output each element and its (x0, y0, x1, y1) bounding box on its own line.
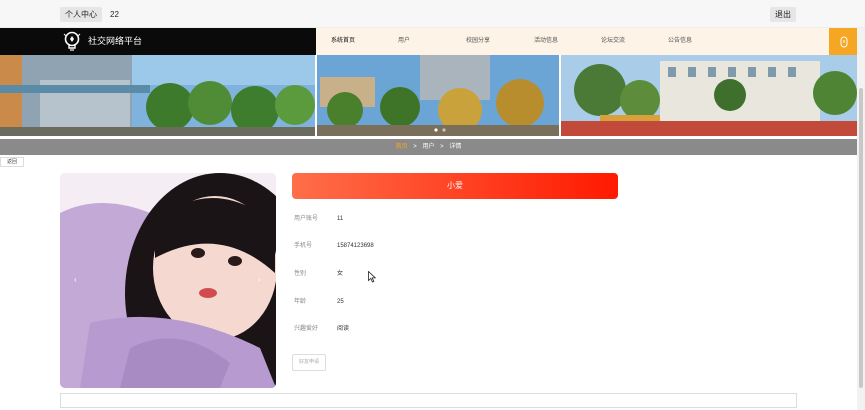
field-value: 女 (337, 271, 344, 277)
profile-name-banner: 小爱 (292, 173, 618, 199)
nav-announcements[interactable]: 公告信息 (668, 37, 692, 46)
field-label: 手机号 (294, 243, 313, 249)
field-label: 性别 (294, 271, 307, 277)
field-label: 用户账号 (294, 216, 319, 222)
field-label: 兴趣爱好 (294, 326, 319, 332)
content-box (60, 393, 797, 408)
mouse-cursor-icon (368, 271, 376, 283)
search-icon (840, 36, 848, 47)
nav-campus-share[interactable]: 校园分享 (466, 37, 490, 46)
field-value: 阅读 (337, 326, 350, 332)
breadcrumb-current: 详情 (449, 144, 462, 150)
main-header: 社交网络平台 系统首页 用户 校园分享 活动信息 论坛交流 公告信息 (0, 28, 865, 55)
nav-users[interactable]: 用户 (398, 37, 410, 46)
add-friend-button[interactable]: 好友申请 (292, 354, 326, 371)
nav-activity-info[interactable]: 活动信息 (534, 37, 558, 46)
personal-center-button[interactable]: 个人中心 (60, 7, 102, 22)
portrait-image (60, 173, 276, 388)
next-photo-arrow-icon[interactable]: › (258, 275, 261, 284)
prev-photo-arrow-icon[interactable]: ‹ (74, 275, 77, 284)
banner-image (0, 55, 857, 136)
scrollbar-thumb[interactable] (859, 88, 863, 388)
breadcrumb-separator: > (413, 144, 417, 150)
back-button[interactable]: 返回 (0, 157, 25, 167)
search-button[interactable] (829, 28, 859, 55)
field-value: 15874123698 (337, 243, 374, 249)
field-value: 11 (337, 216, 344, 222)
page-scrollbar[interactable] (857, 28, 865, 410)
brand-block[interactable]: 社交网络平台 (0, 28, 316, 55)
site-title: 社交网络平台 (88, 36, 143, 46)
username-text: 22 (110, 10, 119, 19)
breadcrumb: 首页 > 用户 > 详情 (0, 139, 857, 155)
breadcrumb-users[interactable]: 用户 (422, 144, 434, 150)
user-photo: ‹ › (60, 173, 276, 388)
banner-carousel[interactable] (0, 55, 857, 136)
nav-home[interactable]: 系统首页 (331, 37, 355, 46)
top-utility-bar: 个人中心 22 退出 (0, 0, 865, 28)
breadcrumb-separator: > (440, 144, 444, 150)
nav-forum[interactable]: 论坛交流 (601, 37, 625, 46)
field-label: 年龄 (294, 299, 307, 305)
logout-button[interactable]: 退出 (770, 7, 796, 22)
lightbulb-logo-icon (63, 31, 81, 51)
breadcrumb-home[interactable]: 首页 (396, 144, 408, 150)
field-value: 25 (337, 299, 344, 305)
